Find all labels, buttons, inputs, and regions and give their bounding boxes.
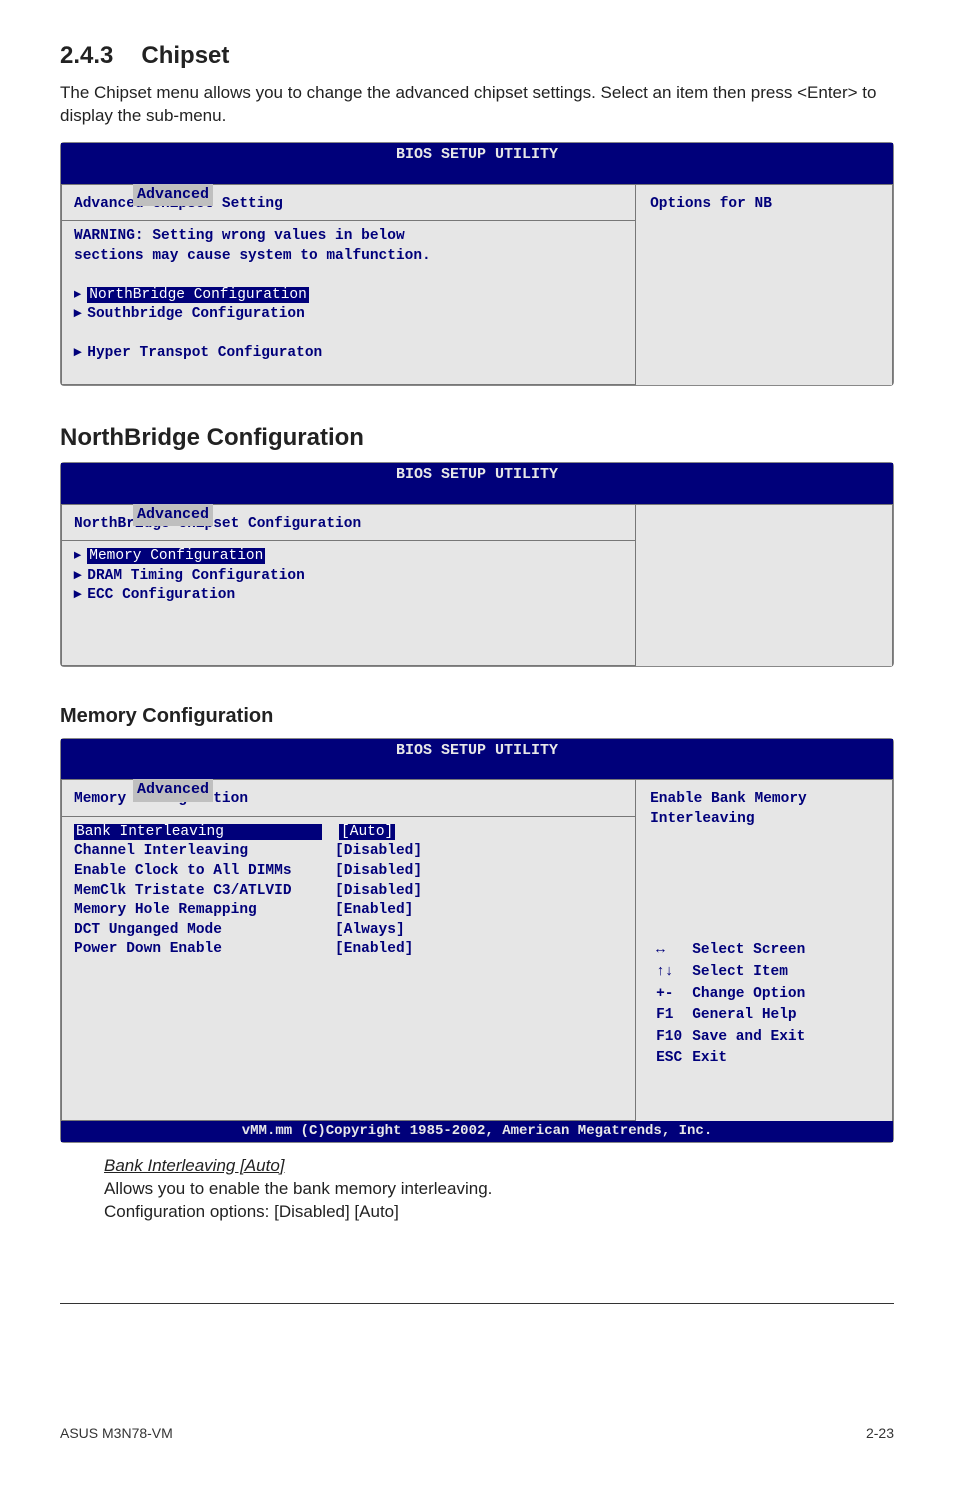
setting-row[interactable]: Bank Interleaving [Auto] bbox=[74, 823, 623, 843]
help-pane: Enable Bank Memory Interleaving ↔Select … bbox=[636, 779, 893, 1121]
help-key-row: F1General Help bbox=[652, 1006, 809, 1026]
warning-line-2: sections may cause system to malfunction… bbox=[74, 247, 623, 267]
bios-panel-memory-config: BIOS SETUP UTILITY Advanced Memory Confi… bbox=[60, 738, 894, 1143]
bios-header-title: BIOS SETUP UTILITY bbox=[396, 146, 558, 163]
bios-header-title: BIOS SETUP UTILITY bbox=[396, 466, 558, 483]
bios-panel-northbridge: BIOS SETUP UTILITY Advanced NorthBridge … bbox=[60, 462, 894, 667]
bios-tab-advanced[interactable]: Advanced bbox=[133, 184, 213, 206]
help-pane: Options for NB bbox=[636, 184, 893, 386]
option-desc-1: Allows you to enable the bank memory int… bbox=[104, 1178, 894, 1201]
help-pane bbox=[636, 504, 893, 666]
help-key-row: ESCExit bbox=[652, 1049, 809, 1069]
footer-left: ASUS M3N78-VM bbox=[60, 1424, 173, 1443]
warning-line-1: WARNING: Setting wrong values in below bbox=[74, 227, 623, 247]
bios-header-title: BIOS SETUP UTILITY bbox=[396, 742, 558, 759]
help-key-row: F10Save and Exit bbox=[652, 1028, 809, 1048]
footer-right: 2-23 bbox=[866, 1424, 894, 1443]
help-line-2: Interleaving bbox=[650, 810, 882, 830]
help-key-row: +-Change Option bbox=[652, 985, 809, 1005]
setting-row[interactable]: Power Down Enable [Enabled] bbox=[74, 940, 623, 960]
help-key-row: ↔Select Screen bbox=[652, 941, 809, 961]
memory-config-heading: Memory Configuration bbox=[60, 703, 894, 730]
help-key-row: ↑↓Select Item bbox=[652, 963, 809, 983]
page-footer: ASUS M3N78-VM 2-23 bbox=[60, 1424, 894, 1443]
bios-copyright-bar: vMM.mm (C)Copyright 1985-2002, American … bbox=[61, 1121, 893, 1142]
section-number: 2.4.3 bbox=[60, 42, 113, 69]
menu-item-memory-config[interactable]: Memory Configuration bbox=[74, 547, 623, 567]
divider bbox=[62, 816, 635, 817]
bios-header: BIOS SETUP UTILITY Advanced bbox=[61, 463, 893, 503]
bios-tab-advanced[interactable]: Advanced bbox=[133, 504, 213, 526]
setting-row[interactable]: MemClk Tristate C3/ATLVID [Disabled] bbox=[74, 882, 623, 902]
footer-rule bbox=[60, 1303, 894, 1304]
setting-row[interactable]: Enable Clock to All DIMMs [Disabled] bbox=[74, 862, 623, 882]
menu-item-ecc-config[interactable]: ECC Configuration bbox=[74, 586, 623, 606]
bios-header: BIOS SETUP UTILITY Advanced bbox=[61, 739, 893, 779]
northbridge-heading: NorthBridge Configuration bbox=[60, 422, 894, 454]
setting-row[interactable]: Memory Hole Remapping [Enabled] bbox=[74, 901, 623, 921]
bios-tab-advanced[interactable]: Advanced bbox=[133, 779, 213, 801]
section-title: Chipset bbox=[141, 42, 229, 69]
help-line-1: Enable Bank Memory bbox=[650, 790, 882, 810]
menu-item-southbridge[interactable]: Southbridge Configuration bbox=[74, 305, 623, 325]
help-text: Options for NB bbox=[650, 196, 772, 212]
help-keys-table: ↔Select Screen↑↓Select Item+-Change Opti… bbox=[650, 939, 811, 1070]
option-title: Bank Interleaving [Auto] bbox=[104, 1155, 894, 1178]
setting-row[interactable]: Channel Interleaving [Disabled] bbox=[74, 842, 623, 862]
bios-header: BIOS SETUP UTILITY Advanced bbox=[61, 143, 893, 183]
bios-panel-advanced-chipset: BIOS SETUP UTILITY Advanced Advanced Chi… bbox=[60, 142, 894, 386]
menu-item-hypertransport[interactable]: Hyper Transpot Configuraton bbox=[74, 344, 623, 364]
divider bbox=[62, 220, 635, 221]
menu-item-dram-timing[interactable]: DRAM Timing Configuration bbox=[74, 567, 623, 587]
menu-item-northbridge[interactable]: NorthBridge Configuration bbox=[74, 286, 623, 306]
option-block: Bank Interleaving [Auto] Allows you to e… bbox=[104, 1155, 894, 1224]
section-heading: 2.4.3 Chipset bbox=[60, 40, 894, 72]
intro-paragraph: The Chipset menu allows you to change th… bbox=[60, 82, 894, 128]
setting-row[interactable]: DCT Unganged Mode [Always] bbox=[74, 921, 623, 941]
option-desc-2: Configuration options: [Disabled] [Auto] bbox=[104, 1201, 894, 1224]
divider bbox=[62, 540, 635, 541]
